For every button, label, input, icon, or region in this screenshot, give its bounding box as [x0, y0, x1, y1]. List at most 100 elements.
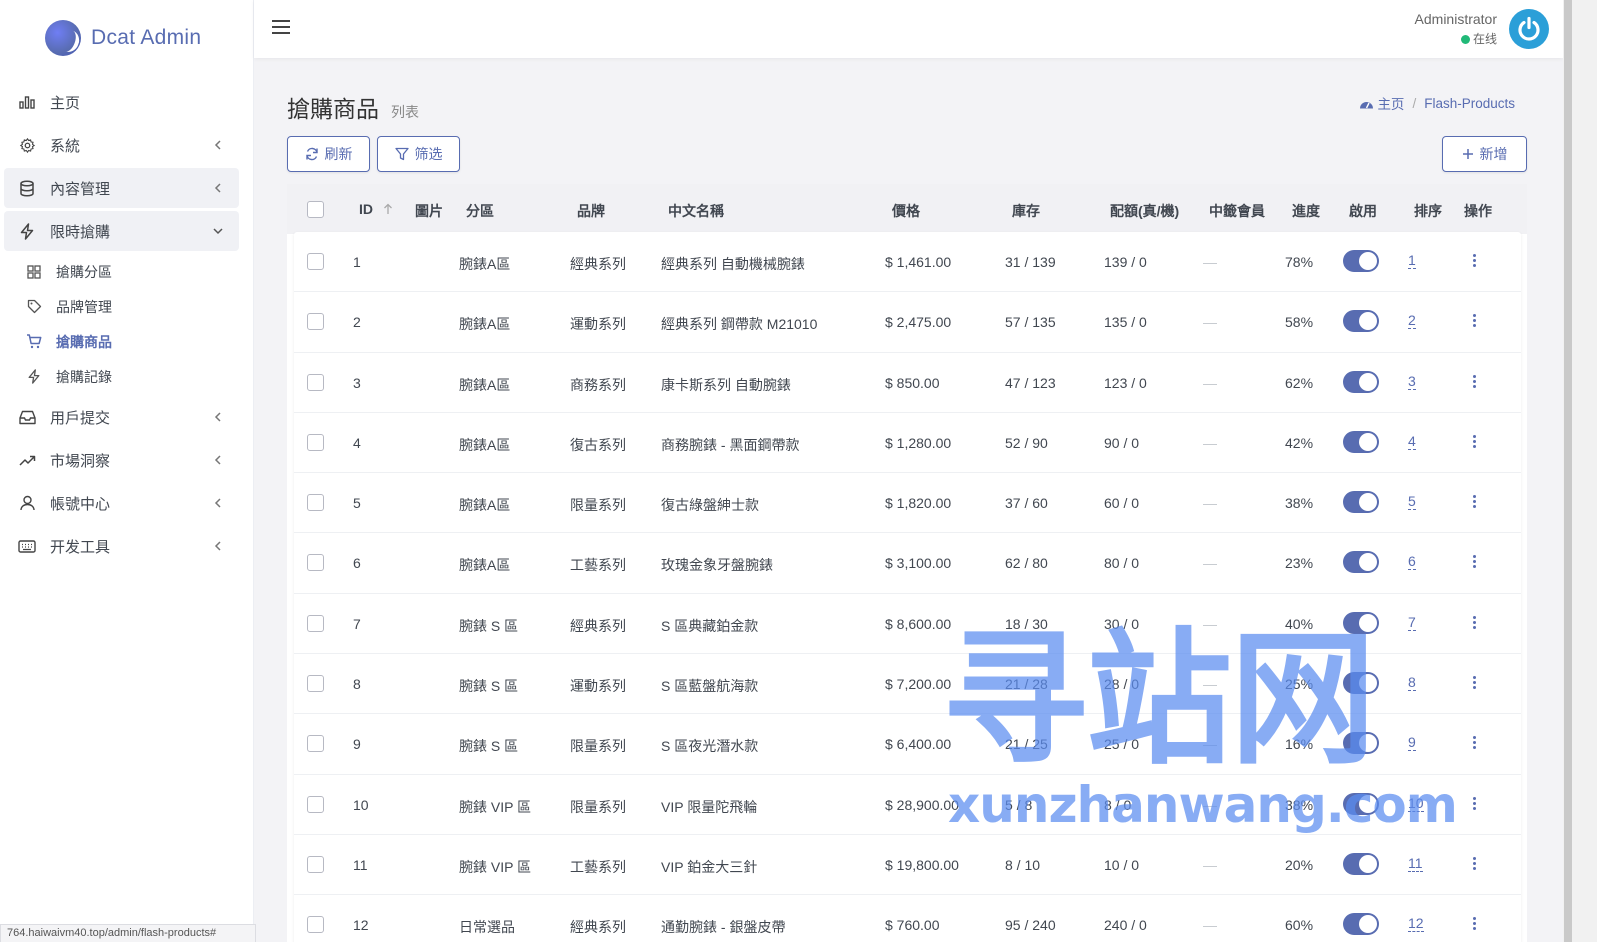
add-button[interactable]: 新增 [1442, 136, 1527, 172]
gear-icon [18, 136, 36, 154]
row-checkbox[interactable] [307, 795, 324, 813]
enabled-switch[interactable] [1343, 430, 1379, 453]
row-checkbox[interactable] [307, 855, 324, 873]
col-winners: 中籤會員 [1209, 203, 1265, 219]
sidebar-item-content[interactable]: 內容管理 [4, 168, 239, 208]
more-actions-icon[interactable] [1473, 615, 1477, 630]
more-actions-icon[interactable] [1473, 676, 1477, 690]
table-row: 9 腕錶 S 區 限量系列 S 區夜光潛水款 $ 6,400.00 21 / 25 25 /… [294, 714, 1521, 775]
refresh-button[interactable]: 刷新 [287, 136, 370, 172]
sidebar-subitem-brands[interactable]: 品牌管理 [0, 289, 253, 324]
enabled-switch[interactable] [1343, 370, 1379, 393]
cell-id: 2 [353, 314, 361, 331]
breadcrumb-separator: / [1412, 95, 1417, 111]
sidebar-item-user-submissions[interactable]: 用戶提交 [4, 397, 239, 437]
cell-brand: 經典系列 [570, 256, 626, 272]
cell-stock: 52 / 90 [1005, 434, 1048, 451]
more-actions-icon[interactable] [1473, 856, 1477, 871]
enabled-switch[interactable] [1343, 250, 1379, 272]
row-checkbox[interactable] [307, 916, 324, 934]
more-actions-icon[interactable] [1473, 917, 1477, 931]
cell-id: 4 [353, 434, 361, 451]
sidebar-item-label: 主页 [50, 94, 81, 112]
col-order: 排序 [1414, 203, 1442, 219]
sidebar-item-market-insights[interactable]: 市場洞察 [4, 440, 239, 480]
sidebar-subitem-flash-zones[interactable]: 搶購分區 [0, 254, 253, 289]
more-actions-icon[interactable] [1473, 254, 1477, 268]
enabled-switch[interactable] [1343, 551, 1379, 574]
sidebar-subitem-flash-products[interactable]: 搶購商品 [0, 324, 253, 359]
inbox-icon [18, 408, 36, 426]
more-actions-icon[interactable] [1473, 314, 1477, 328]
cell-price: $ 8,600.00 [885, 615, 952, 632]
more-actions-icon[interactable] [1473, 555, 1477, 569]
more-actions-icon[interactable] [1473, 434, 1477, 449]
page-title: 搶購商品 [287, 96, 379, 122]
order-editable-link[interactable]: 12 [1408, 915, 1424, 933]
enabled-switch[interactable] [1343, 852, 1379, 875]
enabled-switch[interactable] [1343, 913, 1379, 936]
select-all-checkbox[interactable] [307, 201, 324, 218]
sidebar-item-label: 限時搶購 [50, 223, 111, 241]
row-checkbox[interactable] [307, 313, 324, 331]
refresh-label: 刷新 [324, 146, 353, 162]
row-checkbox[interactable] [307, 675, 324, 693]
more-actions-icon[interactable] [1473, 736, 1477, 750]
order-editable-link[interactable]: 11 [1408, 855, 1423, 872]
sidebar-item-home[interactable]: 主页 [4, 82, 239, 122]
enabled-switch[interactable] [1343, 732, 1379, 755]
sidebar-item-flash-sale[interactable]: 限時搶購 [4, 211, 239, 251]
row-checkbox[interactable] [307, 433, 324, 451]
order-editable-link[interactable]: 6 [1408, 553, 1416, 571]
sort-arrow-up-icon[interactable] [383, 203, 393, 215]
page-subtitle: 列表 [391, 104, 419, 120]
sidebar-item-dev-tools[interactable]: 开发工具 [4, 526, 239, 566]
avatar[interactable] [1509, 9, 1549, 49]
order-editable-link[interactable]: 5 [1408, 493, 1416, 511]
row-checkbox[interactable] [307, 253, 324, 270]
col-zone: 分區 [466, 203, 494, 219]
more-actions-icon[interactable] [1473, 495, 1477, 509]
row-checkbox[interactable] [307, 735, 324, 753]
breadcrumb-home[interactable]: 主页 [1359, 93, 1404, 113]
enabled-switch[interactable] [1343, 672, 1379, 695]
cell-winners: — [1203, 796, 1217, 813]
col-id[interactable]: ID [359, 201, 393, 217]
menu-toggle-icon[interactable] [272, 20, 290, 36]
enabled-switch[interactable] [1343, 611, 1379, 634]
order-editable-link[interactable]: 3 [1408, 373, 1416, 390]
order-editable-link[interactable]: 1 [1408, 252, 1416, 269]
sidebar-subitem-flash-records[interactable]: 搶購記錄 [0, 359, 253, 394]
scrollbar-thumb[interactable] [1564, 0, 1572, 942]
enabled-switch[interactable] [1343, 310, 1379, 333]
enabled-switch[interactable] [1343, 792, 1379, 815]
enabled-switch[interactable] [1343, 491, 1379, 514]
row-checkbox[interactable] [307, 614, 324, 632]
sidebar: Dcat Admin 主页 系統 內容管理 限時搶購 搶購分區 品牌管理 搶購商… [0, 0, 256, 942]
sidebar-item-account-center[interactable]: 帳號中心 [4, 483, 239, 523]
table-row: 3 腕錶A區 商務系列 康卡斯系列 自動腕錶 $ 850.00 47 / 123 123 /… [294, 353, 1521, 413]
row-checkbox[interactable] [307, 373, 324, 391]
row-checkbox[interactable] [307, 554, 324, 572]
order-editable-link[interactable]: 8 [1408, 674, 1416, 692]
topbar: Administrator 在线 [254, 0, 1563, 58]
lightning-icon [26, 369, 42, 385]
order-editable-link[interactable]: 10 [1408, 795, 1424, 812]
order-editable-link[interactable]: 9 [1408, 734, 1416, 752]
page-scrollbar[interactable] [1563, 0, 1597, 942]
sidebar-item-system[interactable]: 系統 [4, 125, 239, 165]
filter-button[interactable]: 筛选 [377, 136, 460, 172]
cell-zone: 腕錶A區 [459, 316, 511, 333]
order-editable-link[interactable]: 4 [1408, 433, 1416, 450]
row-checkbox[interactable] [307, 494, 324, 512]
order-editable-link[interactable]: 2 [1408, 312, 1416, 330]
more-actions-icon[interactable] [1473, 796, 1477, 811]
cell-quota: 135 / 0 [1104, 314, 1147, 331]
brand[interactable]: Dcat Admin [0, 0, 253, 76]
table-row: 11 腕錶 VIP 區 工藝系列 VIP 鉑金大三針 $ 19,800.00 8 / 10… [294, 835, 1521, 896]
order-editable-link[interactable]: 7 [1408, 614, 1416, 631]
cell-price: $ 1,461.00 [885, 254, 952, 270]
user-info[interactable]: Administrator 在线 [1415, 11, 1497, 47]
cell-winners: — [1203, 434, 1217, 451]
more-actions-icon[interactable] [1473, 374, 1477, 389]
